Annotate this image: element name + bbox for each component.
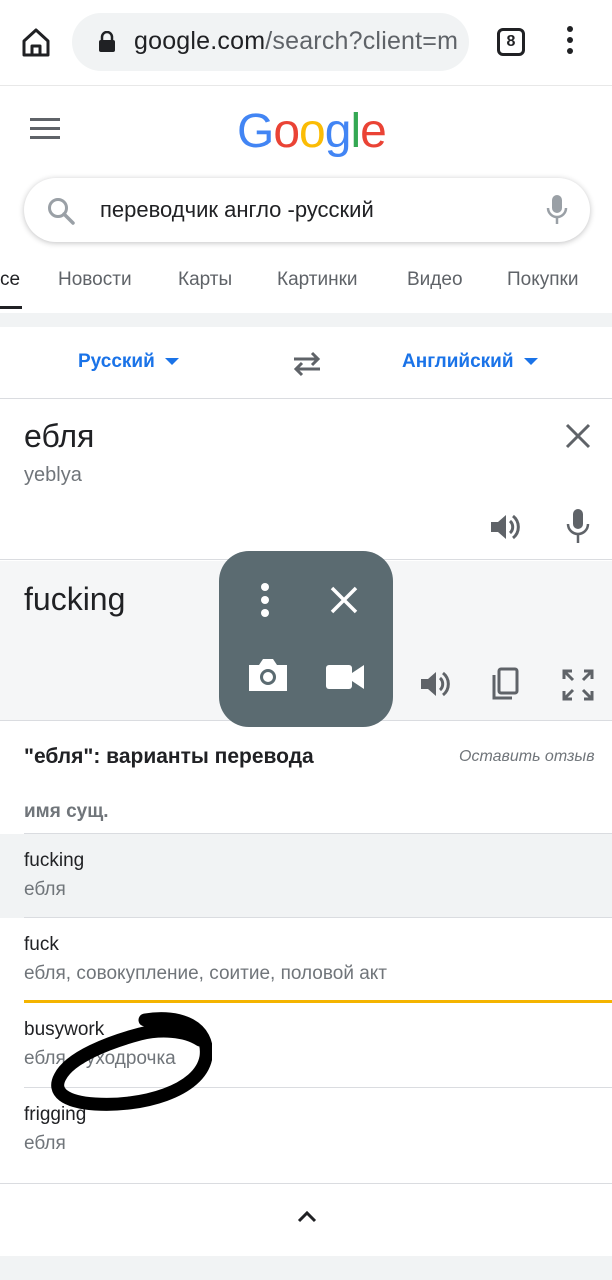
home-icon[interactable] [18,24,54,60]
bottom-strip [0,1256,612,1280]
url-text: google.com/search?client=m [134,27,458,56]
transliteration: yeblya [24,464,82,486]
fullscreen-icon[interactable] [562,669,594,701]
search-tabs: се Новости Карты Картинки Видео Покупки [0,252,612,310]
browser-toolbar: google.com/search?client=m 8 [0,0,612,86]
video-camera-icon[interactable] [325,663,365,691]
copy-icon[interactable] [490,667,520,701]
translation-text: fucking [24,581,126,617]
variant-term: fucking [24,850,85,871]
microphone-icon[interactable] [546,194,568,226]
source-text[interactable]: ебля [24,418,94,455]
target-language-dropdown[interactable]: Английский [402,351,538,373]
url-domain: google.com [134,27,266,55]
chevron-down-icon [164,358,179,366]
google-logo[interactable]: Google [237,104,387,159]
microphone-icon[interactable] [566,508,590,544]
divider [0,1183,612,1184]
url-path: /search?client=m [265,27,459,55]
source-text-area[interactable]: ебля yeblya [0,400,612,560]
language-selector-row: Русский Английский [0,327,612,399]
list-item[interactable]: fuck ебля, совокупление, соитие, половой… [0,918,612,1002]
more-options-icon[interactable] [562,26,578,60]
variant-term: fuck [24,934,59,955]
tab-all[interactable]: се [0,269,20,291]
source-language-dropdown[interactable]: Русский [78,351,179,373]
speaker-icon[interactable] [488,510,522,544]
lock-icon [99,31,115,52]
tab-shopping[interactable]: Покупки [507,269,578,291]
scribble-annotation [51,1012,212,1111]
overlay-menu-icon[interactable] [261,583,271,619]
chevron-down-icon [523,358,538,366]
tab-images[interactable]: Картинки [277,269,358,291]
section-divider [0,313,612,327]
active-tab-indicator [0,306,22,309]
camera-icon[interactable] [247,657,289,693]
part-of-speech-label: имя сущ. [24,801,109,822]
address-bar[interactable]: google.com/search?client=m [72,13,469,71]
variant-synonyms: ебля [24,879,66,900]
clear-icon[interactable] [564,422,592,450]
feedback-link[interactable]: Оставить отзыв [459,748,595,766]
chevron-up-icon[interactable] [296,1208,318,1224]
target-language-label: Английский [402,351,514,372]
tab-news[interactable]: Новости [58,269,132,291]
tab-switcher-button[interactable]: 8 [497,28,525,56]
search-icon[interactable] [46,196,76,226]
search-input[interactable]: переводчик англо -русский [100,197,374,223]
screen-recorder-overlay[interactable] [219,551,393,727]
variants-heading: "ебля": варианты перевода [24,745,314,768]
search-box[interactable]: переводчик англо -русский [24,178,590,242]
hamburger-menu-icon[interactable] [30,118,60,140]
source-language-label: Русский [78,351,155,372]
variant-synonyms: ебля, совокупление, соитие, половой акт [24,963,388,984]
tab-maps[interactable]: Карты [178,269,232,291]
list-item[interactable]: fucking ебля [0,834,612,918]
speaker-icon[interactable] [418,667,452,701]
close-icon[interactable] [329,585,359,615]
swap-languages-icon[interactable] [290,351,324,377]
variant-synonyms: ебля [24,1133,66,1154]
tab-video[interactable]: Видео [407,269,463,291]
